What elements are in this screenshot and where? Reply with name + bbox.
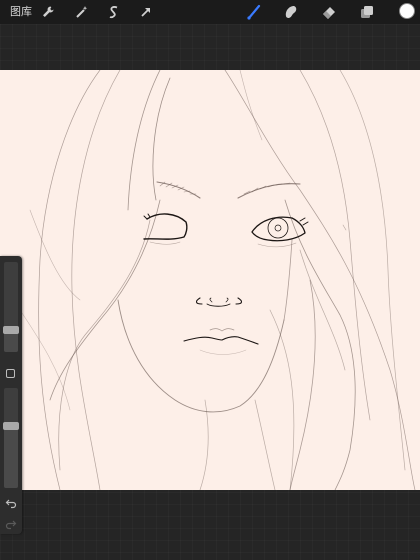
redo-icon[interactable]	[4, 517, 18, 531]
opacity-slider[interactable]	[3, 388, 19, 488]
drawing-canvas[interactable]	[0, 70, 420, 490]
procreate-app: 图库	[0, 0, 420, 560]
smudge-icon[interactable]	[283, 4, 299, 20]
brush-size-thumb[interactable]	[3, 325, 19, 334]
gallery-button[interactable]: 图库	[10, 5, 32, 19]
selection-icon[interactable]	[106, 4, 122, 20]
brush-icon[interactable]	[246, 4, 262, 20]
color-swatch-button[interactable]	[399, 3, 415, 19]
undo-icon[interactable]	[4, 496, 18, 510]
transform-arrow-icon[interactable]	[138, 4, 154, 20]
top-toolbar: 图库	[0, 0, 420, 24]
brush-size-slider[interactable]	[3, 262, 19, 352]
layers-icon[interactable]	[359, 4, 375, 20]
opacity-fill	[4, 426, 18, 488]
eraser-icon[interactable]	[321, 4, 337, 20]
modify-button[interactable]	[6, 369, 15, 378]
face-sketch	[19, 70, 416, 490]
magic-wand-icon[interactable]	[74, 4, 90, 20]
wrench-icon[interactable]	[40, 4, 56, 20]
opacity-thumb[interactable]	[3, 422, 19, 430]
